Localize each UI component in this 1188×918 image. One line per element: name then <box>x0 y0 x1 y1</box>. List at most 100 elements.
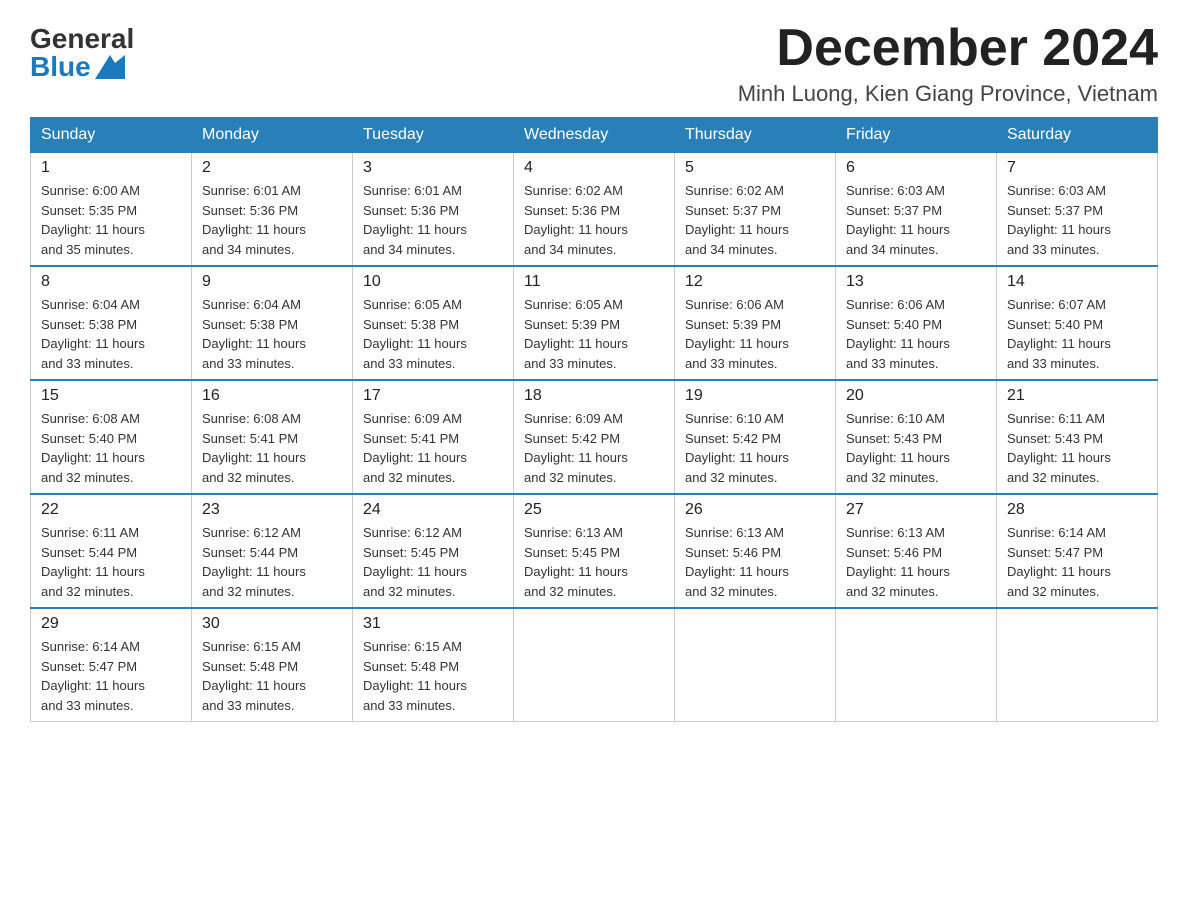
calendar-cell <box>675 608 836 722</box>
day-info: Sunrise: 6:06 AMSunset: 5:39 PMDaylight:… <box>685 295 825 373</box>
day-info: Sunrise: 6:10 AMSunset: 5:42 PMDaylight:… <box>685 409 825 487</box>
day-number: 1 <box>41 159 181 177</box>
calendar-cell: 16 Sunrise: 6:08 AMSunset: 5:41 PMDayligh… <box>192 380 353 494</box>
day-number: 16 <box>202 387 342 405</box>
day-info: Sunrise: 6:09 AMSunset: 5:41 PMDaylight:… <box>363 409 503 487</box>
location-title: Minh Luong, Kien Giang Province, Vietnam <box>738 81 1158 107</box>
day-number: 2 <box>202 159 342 177</box>
day-number: 12 <box>685 273 825 291</box>
calendar-cell: 17 Sunrise: 6:09 AMSunset: 5:41 PMDayligh… <box>353 380 514 494</box>
logo-icon <box>95 55 125 79</box>
day-info: Sunrise: 6:10 AMSunset: 5:43 PMDaylight:… <box>846 409 986 487</box>
header-friday: Friday <box>836 118 997 153</box>
week-row-3: 15Sunrise: 6:08 AMSunset: 5:40 PMDayligh… <box>31 380 1158 494</box>
calendar-cell: 4 Sunrise: 6:02 AMSunset: 5:36 PMDaylight… <box>514 153 675 267</box>
calendar-cell: 14 Sunrise: 6:07 AMSunset: 5:40 PMDayligh… <box>997 266 1158 380</box>
calendar-cell: 7Sunrise: 6:03 AMSunset: 5:37 PMDaylight… <box>997 153 1158 267</box>
day-info: Sunrise: 6:14 AMSunset: 5:47 PMDaylight:… <box>1007 523 1147 601</box>
day-number: 23 <box>202 501 342 519</box>
day-number: 13 <box>846 273 986 291</box>
logo: General Blue <box>30 25 134 81</box>
week-row-2: 8 Sunrise: 6:04 AMSunset: 5:38 PMDaylight… <box>31 266 1158 380</box>
header-thursday: Thursday <box>675 118 836 153</box>
day-info: Sunrise: 6:13 AMSunset: 5:46 PMDaylight:… <box>685 523 825 601</box>
day-number: 28 <box>1007 501 1147 519</box>
calendar-cell: 9 Sunrise: 6:04 AMSunset: 5:38 PMDaylight… <box>192 266 353 380</box>
day-number: 27 <box>846 501 986 519</box>
day-number: 11 <box>524 273 664 291</box>
day-info: Sunrise: 6:15 AMSunset: 5:48 PMDaylight:… <box>363 637 503 715</box>
calendar-cell: 30Sunrise: 6:15 AMSunset: 5:48 PMDayligh… <box>192 608 353 722</box>
day-number: 9 <box>202 273 342 291</box>
day-info: Sunrise: 6:06 AMSunset: 5:40 PMDaylight:… <box>846 295 986 373</box>
calendar-cell: 6 Sunrise: 6:03 AMSunset: 5:37 PMDaylight… <box>836 153 997 267</box>
day-number: 17 <box>363 387 503 405</box>
calendar-cell <box>997 608 1158 722</box>
day-number: 26 <box>685 501 825 519</box>
day-info: Sunrise: 6:13 AMSunset: 5:45 PMDaylight:… <box>524 523 664 601</box>
day-info: Sunrise: 6:05 AMSunset: 5:39 PMDaylight:… <box>524 295 664 373</box>
day-number: 8 <box>41 273 181 291</box>
day-info: Sunrise: 6:03 AMSunset: 5:37 PMDaylight:… <box>846 181 986 259</box>
calendar-cell: 20 Sunrise: 6:10 AMSunset: 5:43 PMDayligh… <box>836 380 997 494</box>
header: General Blue December 2024 Minh Luong, K… <box>30 20 1158 107</box>
day-number: 22 <box>41 501 181 519</box>
calendar-cell: 22Sunrise: 6:11 AMSunset: 5:44 PMDayligh… <box>31 494 192 608</box>
day-number: 30 <box>202 615 342 633</box>
week-row-4: 22Sunrise: 6:11 AMSunset: 5:44 PMDayligh… <box>31 494 1158 608</box>
day-info: Sunrise: 6:04 AMSunset: 5:38 PMDaylight:… <box>202 295 342 373</box>
calendar-cell: 21 Sunrise: 6:11 AMSunset: 5:43 PMDayligh… <box>997 380 1158 494</box>
calendar-cell: 10 Sunrise: 6:05 AMSunset: 5:38 PMDayligh… <box>353 266 514 380</box>
calendar-cell: 19Sunrise: 6:10 AMSunset: 5:42 PMDayligh… <box>675 380 836 494</box>
day-info: Sunrise: 6:02 AMSunset: 5:37 PMDaylight:… <box>685 181 825 259</box>
day-info: Sunrise: 6:02 AMSunset: 5:36 PMDaylight:… <box>524 181 664 259</box>
calendar-cell: 27Sunrise: 6:13 AMSunset: 5:46 PMDayligh… <box>836 494 997 608</box>
calendar-cell: 1 Sunrise: 6:00 AMSunset: 5:35 PMDaylight… <box>31 153 192 267</box>
calendar-cell: 12 Sunrise: 6:06 AMSunset: 5:39 PMDayligh… <box>675 266 836 380</box>
day-info: Sunrise: 6:01 AMSunset: 5:36 PMDaylight:… <box>363 181 503 259</box>
day-number: 4 <box>524 159 664 177</box>
logo-blue-text: Blue <box>30 53 125 81</box>
calendar-cell: 8 Sunrise: 6:04 AMSunset: 5:38 PMDaylight… <box>31 266 192 380</box>
calendar-cell <box>836 608 997 722</box>
header-saturday: Saturday <box>997 118 1158 153</box>
calendar-cell <box>514 608 675 722</box>
day-info: Sunrise: 6:08 AMSunset: 5:41 PMDaylight:… <box>202 409 342 487</box>
day-number: 31 <box>363 615 503 633</box>
calendar-cell: 2Sunrise: 6:01 AMSunset: 5:36 PMDaylight… <box>192 153 353 267</box>
day-number: 5 <box>685 159 825 177</box>
header-wednesday: Wednesday <box>514 118 675 153</box>
calendar-cell: 11 Sunrise: 6:05 AMSunset: 5:39 PMDayligh… <box>514 266 675 380</box>
day-number: 25 <box>524 501 664 519</box>
month-title: December 2024 <box>738 20 1158 77</box>
header-tuesday: Tuesday <box>353 118 514 153</box>
header-row: SundayMondayTuesdayWednesdayThursdayFrid… <box>31 118 1158 153</box>
day-info: Sunrise: 6:03 AMSunset: 5:37 PMDaylight:… <box>1007 181 1147 259</box>
calendar-cell: 31 Sunrise: 6:15 AMSunset: 5:48 PMDayligh… <box>353 608 514 722</box>
day-number: 21 <box>1007 387 1147 405</box>
day-number: 10 <box>363 273 503 291</box>
day-info: Sunrise: 6:00 AMSunset: 5:35 PMDaylight:… <box>41 181 181 259</box>
week-row-1: 1 Sunrise: 6:00 AMSunset: 5:35 PMDaylight… <box>31 153 1158 267</box>
day-info: Sunrise: 6:11 AMSunset: 5:43 PMDaylight:… <box>1007 409 1147 487</box>
calendar-cell: 18Sunrise: 6:09 AMSunset: 5:42 PMDayligh… <box>514 380 675 494</box>
day-number: 6 <box>846 159 986 177</box>
day-info: Sunrise: 6:05 AMSunset: 5:38 PMDaylight:… <box>363 295 503 373</box>
day-info: Sunrise: 6:07 AMSunset: 5:40 PMDaylight:… <box>1007 295 1147 373</box>
calendar-cell: 24Sunrise: 6:12 AMSunset: 5:45 PMDayligh… <box>353 494 514 608</box>
day-number: 14 <box>1007 273 1147 291</box>
day-info: Sunrise: 6:08 AMSunset: 5:40 PMDaylight:… <box>41 409 181 487</box>
day-info: Sunrise: 6:04 AMSunset: 5:38 PMDaylight:… <box>41 295 181 373</box>
calendar-cell: 15Sunrise: 6:08 AMSunset: 5:40 PMDayligh… <box>31 380 192 494</box>
day-number: 29 <box>41 615 181 633</box>
title-area: December 2024 Minh Luong, Kien Giang Pro… <box>738 20 1158 107</box>
day-number: 20 <box>846 387 986 405</box>
header-monday: Monday <box>192 118 353 153</box>
week-row-5: 29 Sunrise: 6:14 AMSunset: 5:47 PMDayligh… <box>31 608 1158 722</box>
day-number: 24 <box>363 501 503 519</box>
day-info: Sunrise: 6:12 AMSunset: 5:44 PMDaylight:… <box>202 523 342 601</box>
day-info: Sunrise: 6:14 AMSunset: 5:47 PMDaylight:… <box>41 637 181 715</box>
day-info: Sunrise: 6:09 AMSunset: 5:42 PMDaylight:… <box>524 409 664 487</box>
calendar-cell: 3Sunrise: 6:01 AMSunset: 5:36 PMDaylight… <box>353 153 514 267</box>
calendar-cell: 5 Sunrise: 6:02 AMSunset: 5:37 PMDaylight… <box>675 153 836 267</box>
